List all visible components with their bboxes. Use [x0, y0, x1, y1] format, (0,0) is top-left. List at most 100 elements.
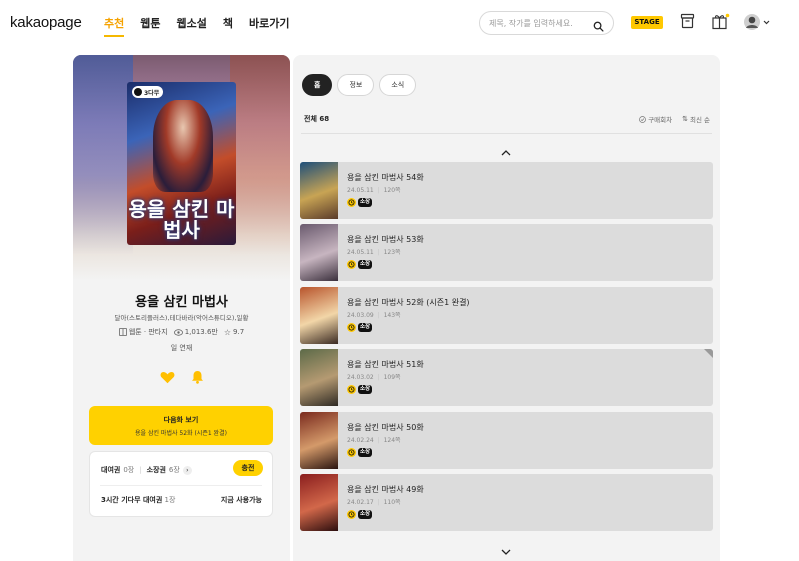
owned-ticket-count: 6장: [168, 466, 180, 474]
search-input[interactable]: [489, 16, 589, 31]
wait-free-clock-icon: [347, 385, 356, 395]
search-icon[interactable]: [593, 17, 604, 36]
main-nav: 추천 웹툰 웹소설 책 바로가기: [104, 15, 289, 37]
episode-comments: 120쪽: [383, 187, 401, 194]
hero-glow-left: [73, 55, 133, 255]
chevron-up-icon[interactable]: [500, 142, 512, 161]
episode-title: 용을 삼킨 마법사 51화: [347, 360, 424, 370]
list-controls: 구매회차 ⇅ 최신 순: [639, 114, 710, 124]
wait-free-clock-icon: [347, 260, 356, 270]
episode-meta: 24.02.24 | 124쪽: [347, 435, 401, 444]
storage-box-icon[interactable]: [680, 13, 695, 33]
nav-recommend[interactable]: 추천: [104, 15, 125, 37]
bell-icon[interactable]: [191, 369, 204, 388]
episode-tags: 소장: [347, 385, 373, 395]
ticket-detail-arrow-icon[interactable]: ›: [182, 465, 192, 475]
series-info-panel: 3다무 용을 삼킨 마법사 용을 삼킨 마법사 달아(스토리플러스),테다바라(…: [73, 55, 290, 561]
nav-shortcut[interactable]: 바로가기: [249, 15, 289, 35]
owned-badge: 소장: [358, 385, 373, 395]
clock-icon: [134, 88, 142, 96]
episode-title: 용을 삼킨 마법사 49화: [347, 484, 424, 494]
wait-free-clock-icon: [347, 198, 356, 207]
episode-title: 용을 삼킨 마법사 50화: [347, 422, 424, 432]
episode-meta: 24.05.11 | 120쪽: [347, 185, 401, 194]
meta-separator: |: [377, 374, 380, 382]
episode-item[interactable]: 용을 삼킨 마법사 53화 24.05.11 | 123쪽 소장: [300, 224, 713, 282]
episode-thumbnail: [300, 224, 338, 282]
rental-ticket-label: 대여권: [101, 466, 121, 474]
episode-total: 전체 68: [304, 114, 329, 124]
star-icon: ☆: [223, 327, 232, 337]
episode-date: 24.02.17: [347, 498, 374, 506]
charge-button[interactable]: 충전: [233, 460, 263, 476]
nav-book[interactable]: 책: [223, 15, 233, 35]
wait-free-ticket-count: 1장: [164, 496, 176, 504]
episode-tags: 소장: [347, 198, 373, 207]
ticket-info-box: 대여권 0장 | 소장권 6장 › 충전 3시간 기다무 대여권 1장 지금 사…: [89, 451, 273, 517]
wait-free-ticket-label: 3시간 기다무 대여권: [101, 496, 163, 504]
tab-info[interactable]: 정보: [337, 74, 375, 96]
episode-item[interactable]: 용을 삼킨 마법사 51화 24.03.02 | 109쪽 소장: [300, 349, 713, 407]
content-tabs: 홈 정보 소식: [302, 74, 417, 96]
next-episode-subtitle: 용을 삼킨 마법사 52화 (시즌1 완결): [135, 430, 227, 437]
gift-icon[interactable]: [711, 13, 730, 34]
episode-date: 24.05.11: [347, 187, 374, 194]
top-header: kakaopage 추천 웹툰 웹소설 책 바로가기 STAGE: [0, 0, 799, 46]
episode-item[interactable]: 용을 삼킨 마법사 49화 24.02.17 | 110쪽 소장: [300, 473, 713, 531]
meta-separator: |: [377, 498, 380, 506]
episode-item[interactable]: 용을 삼킨 마법사 54화 24.05.11 | 120쪽 소장: [300, 162, 713, 219]
sort-order[interactable]: ⇅ 최신 순: [682, 114, 710, 124]
eye-icon: [173, 328, 183, 336]
genre-label: 웹툰 · 판타지: [128, 328, 168, 336]
episode-date: 24.03.02: [347, 374, 374, 382]
series-authors[interactable]: 달아(스토리플러스),테다바라(악어스튜디오),일황: [73, 312, 290, 322]
series-actions: [73, 369, 290, 388]
episode-total-count: 68: [319, 115, 330, 123]
episode-comments: 123쪽: [383, 249, 401, 257]
series-title: 용을 삼킨 마법사: [135, 295, 228, 310]
episode-comments: 143쪽: [383, 311, 401, 319]
series-cover-image: 3다무 용을 삼킨 마법사: [127, 82, 236, 245]
views-info: 1,013.6만: [173, 327, 218, 337]
cover-character-art: [153, 100, 213, 192]
purchased-filter[interactable]: 구매회차: [639, 114, 672, 124]
stage-button[interactable]: STAGE: [631, 16, 663, 29]
wait-free-ticket: 3시간 기다무 대여권 1장: [101, 495, 175, 505]
serial-schedule: 일 연재: [170, 344, 193, 352]
episode-meta: 24.03.09 | 143쪽: [347, 310, 401, 319]
episode-item[interactable]: 용을 삼킨 마법사 50화 24.02.24 | 124쪽 소장: [300, 411, 713, 469]
next-episode-button[interactable]: 다음화 보기 용을 삼킨 마법사 52화 (시즌1 완결): [89, 406, 273, 445]
episode-comments: 110쪽: [383, 498, 401, 506]
owned-badge: 소장: [358, 322, 373, 332]
user-avatar[interactable]: [743, 12, 771, 36]
episode-thumbnail: [300, 349, 338, 407]
nav-webtoon[interactable]: 웹툰: [140, 15, 160, 35]
kakaopage-logo[interactable]: kakaopage: [10, 14, 82, 31]
episode-meta: 24.03.02 | 109쪽: [347, 372, 401, 381]
heart-icon[interactable]: [160, 369, 175, 388]
series-meta: 웹툰 · 판타지 1,013.6만 ☆ 9.7: [73, 327, 290, 337]
tab-news[interactable]: 소식: [379, 74, 417, 96]
cover-title-logo: 용을 삼킨 마법사: [128, 197, 235, 242]
episode-item[interactable]: 용을 삼킨 마법사 52화 (시즌1 완결) 24.03.09 | 143쪽 소…: [300, 286, 713, 344]
new-episode-corner-marker: [704, 349, 713, 359]
meta-separator: |: [377, 249, 380, 257]
purchased-filter-label: 구매회차: [648, 116, 673, 124]
chevron-down-icon[interactable]: [500, 541, 512, 560]
wait-free-clock-icon: [347, 447, 356, 457]
episode-list: 용을 삼킨 마법사 54화 24.05.11 | 120쪽 소장 용을 삼킨 마…: [300, 162, 713, 536]
tab-home[interactable]: 홈: [302, 74, 333, 96]
episode-thumbnail: [300, 473, 338, 531]
rating-info: ☆ 9.7: [224, 328, 244, 337]
sort-order-label: 최신 순: [689, 116, 710, 124]
episode-comments: 124쪽: [383, 436, 401, 444]
nav-webnovel[interactable]: 웹소설: [177, 15, 207, 35]
owned-badge: 소장: [358, 198, 373, 207]
episode-thumbnail: [300, 162, 338, 219]
hero-glow-right: [230, 55, 290, 255]
owned-badge: 소장: [358, 447, 373, 457]
meta-separator: |: [377, 311, 380, 319]
episode-date: 24.05.11: [347, 249, 374, 257]
views-count: 1,013.6만: [184, 328, 218, 336]
episode-meta: 24.05.11 | 123쪽: [347, 247, 401, 256]
